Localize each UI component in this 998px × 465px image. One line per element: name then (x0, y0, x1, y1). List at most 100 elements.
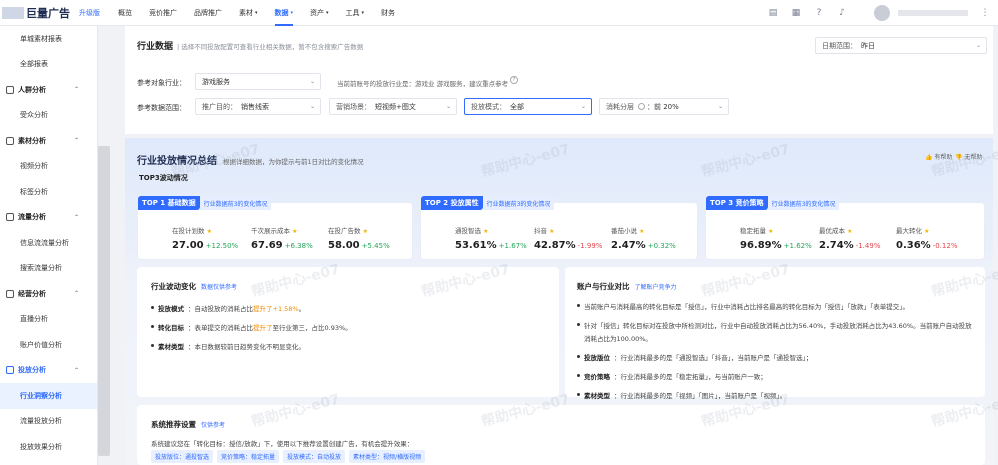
metric-delta: +1.67% (498, 242, 527, 250)
goal-select[interactable]: 推广目的： 销售线索 ⌄ (195, 98, 321, 115)
sidebar-item-14[interactable]: 行业洞察分析 (0, 383, 97, 409)
top-card-1: TOP 1 基础数据 行业数据前3的变化情况 在投计划数 ★ 27.00 +12.50%… (137, 196, 413, 260)
nav-item-4[interactable]: 数据 ▾ (274, 0, 293, 26)
tier-select[interactable]: 消耗分层 ：前 20% ⌄ (599, 98, 729, 115)
nav-item-2[interactable]: 品牌推广 (194, 0, 222, 26)
nav-item-label: 工具 (345, 8, 360, 17)
metric-label: 通投智选 (455, 227, 481, 235)
sidebar-item-label: 投放效果分析 (20, 442, 62, 451)
metric-delta: +6.38% (284, 242, 313, 250)
compare-row: 投放版位 ：行业消耗最多的是「通投智选」「抖音」，当前账户是「通投智选」； (577, 352, 972, 362)
star-icon: ★ (549, 228, 555, 235)
info-icon[interactable] (638, 103, 645, 110)
date-range-select[interactable]: 日期范围： 昨日 ⌄ (815, 37, 987, 54)
helpful-label: 有帮助 (934, 154, 953, 161)
nav-item-label: 财务 (381, 8, 396, 17)
user-name-redacted[interactable] (898, 10, 968, 16)
metric-value: 96.89% (740, 240, 782, 251)
sidebar-group-13[interactable]: 投放分析 ⌃ (0, 358, 97, 384)
industry-note: 当前前账号的投放行业是：游戏业 游戏服务，建议重点参考 (337, 80, 509, 88)
top-card-3: TOP 3 竞价策略 行业数据前3的变化情况 稳定拓量 ★ 96.89% +1.62% 最… (705, 196, 985, 260)
metric-delta: +5.45% (361, 242, 390, 250)
metric: 最大转化 ★ 0.36% -0.12% (896, 225, 957, 251)
bullet-icon (577, 323, 580, 326)
document-icon[interactable]: ▦ (791, 8, 801, 18)
star-icon: ★ (639, 228, 645, 235)
sidebar-item-8[interactable]: 信息流流量分析 (0, 230, 97, 256)
clipboard-icon[interactable]: ▤ (768, 8, 778, 18)
recommendation-chip[interactable]: 投放版位：通投智选 (151, 450, 214, 463)
sidebar-group-4[interactable]: 素材分析 ⌃ (0, 128, 97, 154)
sidebar-item-label: 标签分析 (20, 187, 48, 196)
recommendation-tag: 仅供参考 (201, 422, 226, 429)
sidebar-group-label: 投放分析 (18, 366, 46, 375)
helpful-button[interactable]: 👍 有帮助 (925, 152, 952, 161)
sidebar-item-0[interactable]: 单城素材报表 (0, 26, 97, 52)
chevron-down-icon: ▾ (361, 9, 365, 16)
sidebar-group-10[interactable]: 经营分析 ⌃ (0, 281, 97, 307)
group-icon (6, 213, 14, 222)
recommendation-chip[interactable]: 投放模式：自动投放 (283, 450, 346, 463)
goal-label: 推广目的： (202, 102, 237, 111)
compare-title: 账户与行业对比 (577, 282, 630, 291)
recommendation-chip[interactable]: 竞价策略：稳定拓量 (217, 450, 280, 463)
nav-item-5[interactable]: 资产 ▾ (310, 0, 329, 26)
date-range-label: 日期范围： (822, 41, 857, 50)
tier-value: ：前 20% (647, 102, 679, 111)
nav-item-0[interactable]: 概览 (118, 0, 132, 26)
row-text-post: 至行业第三，占比0.93%。 (272, 324, 352, 332)
nav-item-7[interactable]: 财务 (381, 0, 395, 26)
top3-heading: TOP3波动情况 (139, 174, 188, 182)
scene-select[interactable]: 营销场景： 短视频+图文 ⌄ (329, 98, 457, 115)
metric-value: 58.00 (328, 240, 360, 251)
version-badge: 升级版 (79, 8, 100, 17)
page-description: | 选择不同投放配置可查看行业相关数据，暂不包含搜索广告数据 (177, 43, 364, 51)
page-title: 行业数据 (137, 42, 174, 52)
bullet-icon (151, 325, 154, 328)
industry-label: 参考对象行业： (137, 79, 186, 87)
nav-item-3[interactable]: 素材 ▾ (239, 0, 258, 26)
sidebar-item-11[interactable]: 直播分析 (0, 307, 97, 333)
sidebar-item-9[interactable]: 搜索流量分析 (0, 256, 97, 282)
bullet-icon (577, 374, 580, 377)
chevron-down-icon: ⌄ (975, 42, 981, 49)
sidebar-group-7[interactable]: 流量分析 ⌃ (0, 205, 97, 231)
logo[interactable]: 巨量广告 升级版 (0, 5, 118, 21)
recommendation-chip[interactable]: 素材类型：视频/横版视频 (349, 450, 426, 463)
sidebar-item-3[interactable]: 受众分析 (0, 103, 97, 129)
nav-item-1[interactable]: 竞价推广 (149, 0, 177, 26)
fluctuation-panel: 行业波动变化 数据仅供参考 投放模式 ：自动投放的消耗占比 提升了+1.58%。转化… (137, 267, 559, 397)
chevron-down-icon: ⌄ (309, 103, 315, 110)
help-icon[interactable]: ? (814, 8, 824, 18)
sidebar-item-label: 行业洞察分析 (20, 391, 62, 400)
industry-value: 游戏服务 (202, 77, 230, 86)
industry-select[interactable]: 游戏服务 ⌄ (195, 73, 321, 90)
metric-delta: -1.99% (577, 242, 603, 250)
mode-select[interactable]: 投放模式： 全部 ⌄ (464, 98, 592, 115)
sidebar-item-6[interactable]: 标签分析 (0, 179, 97, 205)
sidebar-item-16[interactable]: 投放效果分析 (0, 434, 97, 460)
star-icon: ★ (768, 228, 774, 235)
nav-item-6[interactable]: 工具 ▾ (346, 0, 365, 26)
info-icon[interactable]: ? (510, 76, 518, 84)
avatar[interactable] (874, 5, 890, 21)
not-helpful-button[interactable]: 👎 无帮助 (955, 152, 982, 161)
row-text: ：行业消耗最多的是「视频」「图片」，当前账户是「视频」。 (614, 392, 787, 400)
sidebar-item-label: 搜索流量分析 (20, 264, 62, 273)
metric-delta: +12.50% (205, 242, 239, 250)
metric-value: 2.47% (611, 240, 646, 251)
more-vertical-icon[interactable]: ⋮ (980, 8, 990, 18)
chevron-up-icon: ⌃ (73, 366, 79, 374)
sidebar-scrollbar[interactable] (98, 146, 110, 456)
main-nav: 概览 竞价推广 品牌推广 素材 ▾ 数据 ▾ 资产 ▾ 工具 ▾ 财务 (118, 0, 412, 26)
bell-icon[interactable]: ♪ (837, 8, 847, 18)
bullet-icon (577, 355, 580, 358)
sidebar-item-5[interactable]: 视频分析 (0, 154, 97, 180)
sidebar-item-12[interactable]: 账户价值分析 (0, 332, 97, 358)
sidebar-item-1[interactable]: 全部报表 (0, 52, 97, 78)
sidebar-item-15[interactable]: 流量投放分析 (0, 409, 97, 435)
bullet-icon (151, 306, 154, 309)
sidebar-group-2[interactable]: 人群分析 ⌃ (0, 77, 97, 103)
group-icon (6, 136, 14, 145)
recommendation-chips: 投放版位：通投智选 竞价策略：稳定拓量 投放模式：自动投放 素材类型：视频/横版视频 (151, 450, 426, 463)
